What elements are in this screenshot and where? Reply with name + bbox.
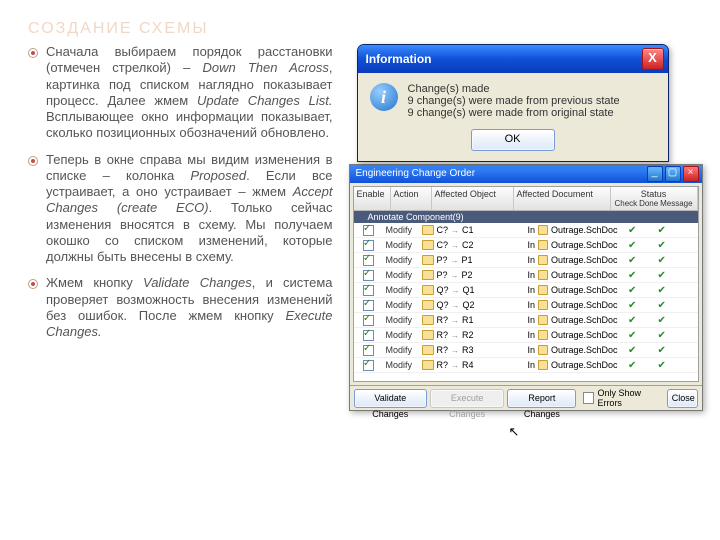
checkbox-icon[interactable] bbox=[363, 360, 374, 371]
checkbox-icon[interactable] bbox=[363, 285, 374, 296]
file-icon bbox=[422, 315, 434, 325]
file-icon bbox=[422, 300, 434, 310]
eco-window: Engineering Change Order _ ▢ × Enable Ac… bbox=[349, 164, 703, 411]
file-icon bbox=[538, 330, 548, 340]
table-row[interactable]: ModifyQ?→Q1InOutrage.SchDoc✔✔ bbox=[354, 283, 698, 298]
table-row[interactable]: ModifyC?→C1InOutrage.SchDoc✔✔ bbox=[354, 223, 698, 238]
file-icon bbox=[538, 255, 548, 265]
list-item: Жмем кнопку Validate Changes, и система … bbox=[28, 275, 333, 340]
table-row[interactable]: ModifyR?→R3InOutrage.SchDoc✔✔ bbox=[354, 343, 698, 358]
table-row[interactable]: ModifyP?→P2InOutrage.SchDoc✔✔ bbox=[354, 268, 698, 283]
table-row[interactable]: ModifyC?→C2InOutrage.SchDoc✔✔ bbox=[354, 238, 698, 253]
validate-changes-button[interactable]: Validate Changes bbox=[354, 389, 428, 408]
file-icon bbox=[422, 330, 434, 340]
checkbox-icon[interactable] bbox=[363, 255, 374, 266]
table-row[interactable]: ModifyR?→R1InOutrage.SchDoc✔✔ bbox=[354, 313, 698, 328]
file-icon bbox=[538, 300, 548, 310]
group-row[interactable]: Annotate Component(9) bbox=[354, 211, 698, 223]
file-icon bbox=[538, 360, 548, 370]
info-dialog-title: Information bbox=[366, 52, 642, 66]
eco-grid: Enable Action Affected Object Affected D… bbox=[353, 186, 699, 382]
report-changes-button[interactable]: Report Changes bbox=[507, 389, 576, 408]
list-item: Теперь в окне справа мы видим изменения … bbox=[28, 152, 333, 266]
file-icon bbox=[422, 285, 434, 295]
file-icon bbox=[538, 315, 548, 325]
file-icon bbox=[422, 255, 434, 265]
maximize-icon[interactable]: ▢ bbox=[665, 166, 681, 182]
minimize-icon[interactable]: _ bbox=[647, 166, 663, 182]
table-row[interactable]: ModifyQ?→Q2InOutrage.SchDoc✔✔ bbox=[354, 298, 698, 313]
grid-header: Enable Action Affected Object Affected D… bbox=[354, 187, 698, 211]
file-icon bbox=[422, 270, 434, 280]
info-dialog-message: Change(s) made 9 change(s) were made fro… bbox=[408, 83, 620, 119]
only-show-errors-checkbox[interactable]: Only Show Errors bbox=[583, 388, 660, 408]
file-icon bbox=[422, 240, 434, 250]
checkbox-icon[interactable] bbox=[363, 330, 374, 341]
file-icon bbox=[538, 285, 548, 295]
file-icon bbox=[538, 225, 548, 235]
info-dialog-titlebar: Information X bbox=[358, 45, 668, 73]
file-icon bbox=[422, 345, 434, 355]
cursor-icon: ↖ bbox=[509, 424, 520, 440]
close-icon[interactable]: X bbox=[642, 48, 664, 70]
eco-footer: Validate Changes Execute Changes Report … bbox=[350, 385, 702, 410]
file-icon bbox=[538, 240, 548, 250]
file-icon bbox=[422, 225, 434, 235]
file-icon bbox=[422, 360, 434, 370]
table-row[interactable]: ModifyR?→R2InOutrage.SchDoc✔✔ bbox=[354, 328, 698, 343]
screenshot-area: Information X i Change(s) made 9 change(… bbox=[349, 44, 706, 350]
info-icon: i bbox=[370, 83, 398, 111]
text-column: Сначала выбираем порядок расстановки (от… bbox=[28, 44, 333, 350]
checkbox-icon[interactable] bbox=[363, 225, 374, 236]
page-title: СОЗДАНИЕ СХЕМЫ bbox=[28, 20, 706, 38]
checkbox-icon[interactable] bbox=[363, 315, 374, 326]
file-icon bbox=[538, 345, 548, 355]
table-row[interactable]: ModifyR?→R4InOutrage.SchDoc✔✔ bbox=[354, 358, 698, 373]
checkbox-icon[interactable] bbox=[363, 270, 374, 281]
table-row[interactable]: ModifyP?→P1InOutrage.SchDoc✔✔ bbox=[354, 253, 698, 268]
checkbox-icon[interactable] bbox=[363, 300, 374, 311]
info-dialog: Information X i Change(s) made 9 change(… bbox=[357, 44, 669, 162]
checkbox-icon[interactable] bbox=[363, 345, 374, 356]
close-icon[interactable]: × bbox=[683, 166, 699, 182]
file-icon bbox=[538, 270, 548, 280]
list-item: Сначала выбираем порядок расстановки (от… bbox=[28, 44, 333, 142]
ok-button[interactable]: OK bbox=[471, 129, 555, 151]
close-button[interactable]: Close bbox=[667, 389, 698, 408]
execute-changes-button: Execute Changes bbox=[430, 389, 504, 408]
eco-titlebar: Engineering Change Order _ ▢ × bbox=[350, 165, 702, 183]
checkbox-icon[interactable] bbox=[363, 240, 374, 251]
